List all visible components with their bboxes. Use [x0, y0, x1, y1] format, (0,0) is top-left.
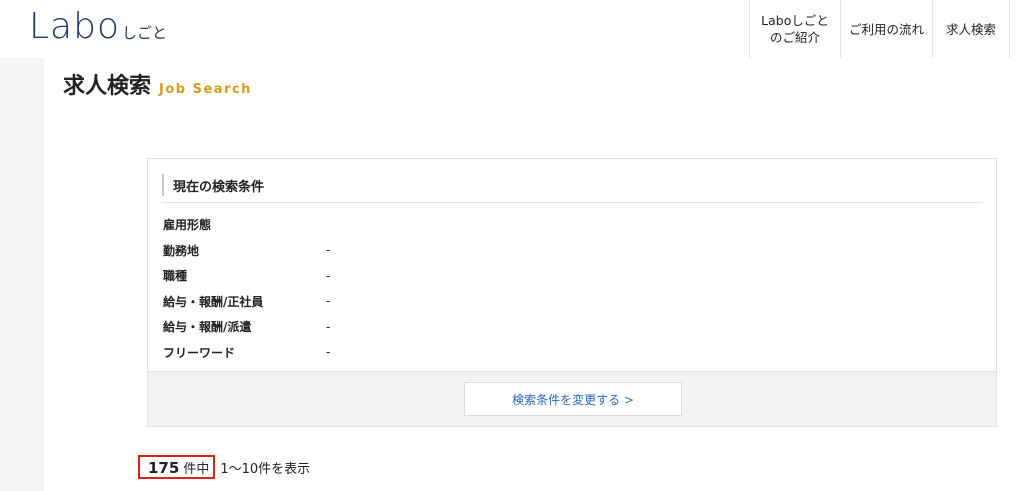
condition-label: 給与・報酬/正社員	[163, 294, 264, 309]
nav-item-job-search[interactable]: 求人検索	[932, 0, 1010, 58]
condition-row-location: 勤務地 -	[163, 238, 330, 264]
conditions-list: 雇用形態 勤務地 - 職種 - 給与・報酬/正社員 - 給与・報酬/派遣 - フ…	[163, 212, 330, 365]
logo-sub-text: しごと	[122, 24, 168, 42]
nav-search-label: 求人検索	[945, 21, 996, 37]
condition-row-salary-fulltime: 給与・報酬/正社員 -	[163, 289, 330, 315]
condition-label: フリーワード	[163, 345, 236, 360]
page-title-jp: 求人検索	[63, 74, 152, 99]
logo-main-text: Labo	[29, 6, 120, 47]
result-range-text: 1〜10件を表示	[220, 461, 311, 477]
site-logo[interactable]: Labo しごと	[29, 6, 167, 47]
result-count: 175	[148, 459, 180, 477]
nav-about-line1: Laboしごと	[761, 13, 829, 28]
condition-label: 雇用形態	[163, 218, 212, 233]
condition-row-free-word: フリーワード -	[163, 340, 330, 366]
global-nav: Laboしごと のご紹介 ご利用の流れ 求人検索	[749, 0, 1010, 58]
result-count-highlight: 175 件中	[138, 455, 216, 479]
condition-row-salary-dispatch: 給与・報酬/派遣 -	[163, 314, 330, 340]
conditions-footer: 検索条件を変更する >	[148, 371, 996, 426]
change-conditions-button[interactable]: 検索条件を変更する >	[464, 382, 682, 416]
search-conditions-panel: 現在の検索条件 雇用形態 勤務地 - 職種 - 給与・報酬/正社員 - 給与・報…	[147, 158, 997, 427]
condition-value: -	[326, 268, 331, 283]
condition-label: 勤務地	[163, 243, 200, 258]
nav-item-flow[interactable]: ご利用の流れ	[840, 0, 932, 58]
site-header: Labo しごと Laboしごと のご紹介 ご利用の流れ 求人検索	[0, 0, 1024, 58]
page-title-en: Job Search	[159, 82, 252, 97]
page-title: 求人検索 Job Search	[63, 68, 252, 100]
heading-accent-bar	[162, 174, 164, 196]
result-count-unit: 件中	[183, 462, 210, 477]
nav-flow-label: ご利用の流れ	[848, 21, 924, 37]
condition-row-employment-type: 雇用形態	[163, 212, 330, 238]
condition-value: -	[326, 345, 331, 360]
conditions-heading-text: 現在の検索条件	[173, 180, 265, 195]
result-summary: 175 件中 1〜10件を表示	[138, 455, 310, 479]
nav-item-about[interactable]: Laboしごと のご紹介	[749, 0, 840, 58]
condition-value: -	[326, 243, 331, 258]
nav-about-line2: のご紹介	[769, 30, 820, 45]
condition-value: -	[326, 319, 331, 334]
left-rail	[0, 58, 44, 491]
conditions-heading: 現在の検索条件	[162, 174, 982, 203]
condition-row-job-type: 職種 -	[163, 263, 330, 289]
condition-label: 給与・報酬/派遣	[163, 320, 252, 335]
condition-label: 職種	[163, 269, 188, 284]
condition-value: -	[326, 294, 331, 309]
